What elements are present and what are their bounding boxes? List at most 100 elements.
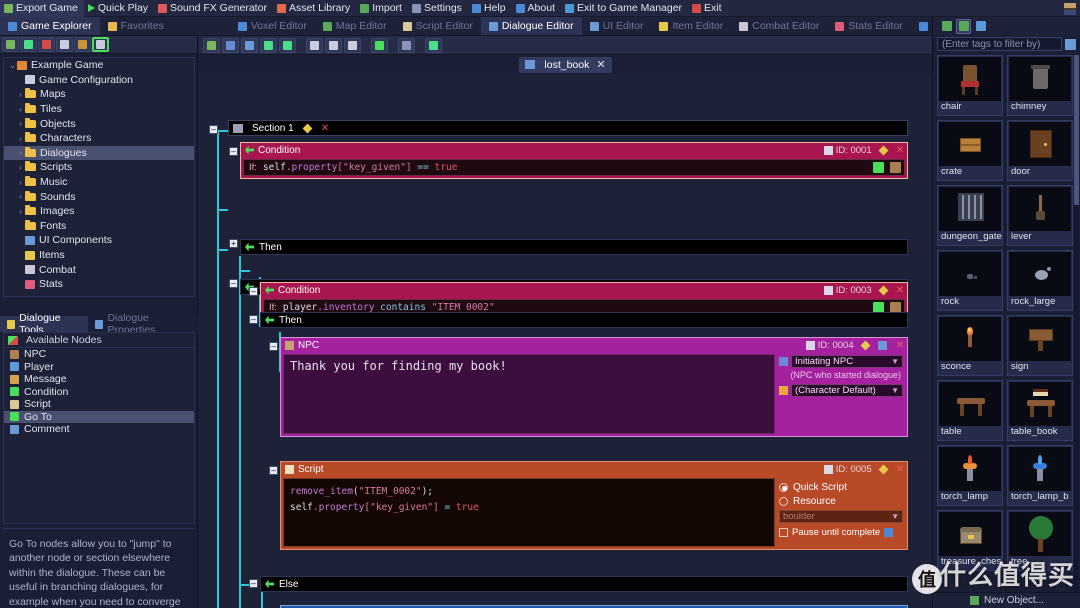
condition-node-0001[interactable]: Condition ID: 0001 ✕ If: self.property["… — [240, 142, 908, 179]
collapse-toggle-section[interactable]: – — [209, 125, 218, 134]
asset-cell-treasure_ches[interactable]: treasure_ches — [937, 510, 1003, 571]
asset-scrollbar-thumb[interactable] — [1074, 55, 1079, 205]
delete-icon[interactable]: ✕ — [896, 145, 904, 156]
expand-toggle-then-1[interactable]: + — [229, 239, 238, 248]
new-object-button[interactable]: New Object... — [933, 592, 1080, 608]
validate-icon[interactable] — [873, 162, 884, 173]
collapse-toggle-then-2[interactable]: – — [249, 315, 258, 324]
refresh-button[interactable] — [20, 37, 37, 52]
npc-speaker-select[interactable]: Initiating NPC ▼ — [791, 355, 903, 368]
characters-tab[interactable] — [973, 19, 988, 34]
branch-then-2[interactable]: Then — [260, 312, 908, 328]
node-type-go-to[interactable]: Go To — [4, 410, 194, 423]
collapse-toggle-script-0005[interactable]: – — [269, 466, 278, 475]
tiles-tab[interactable] — [939, 19, 954, 34]
branch-else-2[interactable]: Else — [260, 576, 908, 592]
script-node-0005[interactable]: Script ID: 0005 ✕ remove_item("ITEM_0002… — [280, 461, 908, 550]
tab-item-editor[interactable]: Item Editor — [651, 17, 731, 35]
edit-icon[interactable] — [878, 145, 889, 155]
script-code-editor[interactable]: remove_item("ITEM_0002"); self.property["… — [283, 478, 775, 547]
chevron-icon[interactable]: ⌄ — [8, 61, 17, 70]
tree-item-images[interactable]: › Images — [4, 204, 194, 219]
collapse-toggle-npc-0004[interactable]: – — [269, 342, 278, 351]
new-dialogue-button[interactable] — [203, 37, 220, 53]
npc-portrait-select[interactable]: (Character Default) ▼ — [791, 384, 903, 397]
tab-voxel-editor[interactable]: Voxel Editor — [230, 17, 315, 35]
edit-icon[interactable] — [860, 340, 871, 350]
pause-checkbox[interactable] — [779, 528, 788, 537]
asset-cell-crate[interactable]: crate — [937, 120, 1003, 181]
collapse-button[interactable] — [56, 37, 73, 52]
tab-stats-editor[interactable]: Stats Editor — [827, 17, 910, 35]
asset-cell-chimney[interactable]: chimney — [1007, 55, 1073, 116]
edit-icon[interactable] — [878, 464, 889, 474]
menu-item-import[interactable]: Import — [356, 0, 408, 17]
npc-dialogue-text[interactable]: Thank you for finding my book! — [283, 354, 775, 434]
add-section-button[interactable] — [306, 37, 323, 53]
tool-tab-dialogue-properties[interactable]: Dialogue Properties — [88, 312, 198, 336]
asset-cell-door[interactable]: door — [1007, 120, 1073, 181]
tree-item-tiles[interactable]: › Tiles — [4, 102, 194, 117]
collapse-toggle-condition-0001[interactable]: – — [229, 147, 238, 156]
tab-map-editor[interactable]: Map Editor — [315, 17, 395, 35]
node-type-npc[interactable]: NPC — [4, 348, 194, 361]
asset-cell-sign[interactable]: sign — [1007, 315, 1073, 376]
tree-item-characters[interactable]: › Characters — [4, 131, 194, 146]
tree-item-scripts[interactable]: › Scripts — [4, 160, 194, 175]
quick-script-radio[interactable]: Quick Script — [779, 480, 903, 494]
tree-item-dialogues[interactable]: › Dialogues — [4, 145, 194, 161]
close-button[interactable] — [425, 37, 442, 53]
asset-cell-table[interactable]: table — [937, 380, 1003, 441]
tree-item-objects[interactable]: › Objects — [4, 116, 194, 131]
tool-tab-dialogue-tools[interactable]: Dialogue Tools — [0, 312, 89, 336]
save-as-button[interactable] — [241, 37, 258, 53]
tree-item-game-configuration[interactable]: Game Configuration — [4, 73, 194, 88]
chevron-icon[interactable]: › — [16, 178, 25, 187]
tab-dialogue-editor[interactable]: Dialogue Editor — [480, 17, 582, 35]
chevron-icon[interactable]: › — [16, 207, 25, 216]
tree-item-fonts[interactable]: Fonts — [4, 219, 194, 234]
tree-item-combat[interactable]: Combat — [4, 262, 194, 277]
tree-item-items[interactable]: Items — [4, 248, 194, 263]
resource-radio[interactable]: Resource — [779, 494, 903, 508]
asset-cell-chair[interactable]: chair — [937, 55, 1003, 116]
asset-grid[interactable]: chair chimney crate door dungeon_gate lever ro… — [937, 55, 1077, 600]
insert-icon[interactable] — [890, 162, 901, 173]
user-avatar[interactable] — [1064, 3, 1076, 15]
asset-cell-torch_lamp_b[interactable]: torch_lamp_b — [1007, 445, 1073, 506]
asset-cell-lever[interactable]: lever — [1007, 185, 1073, 246]
settings-button[interactable] — [398, 37, 415, 53]
asset-cell-sconce[interactable]: sconce — [937, 315, 1003, 376]
chevron-icon[interactable]: › — [16, 192, 25, 201]
menu-item-export-game[interactable]: Export Game — [0, 0, 84, 17]
menu-item-exit-to-game-manager[interactable]: Exit to Game Manager — [561, 0, 688, 17]
redo-button[interactable] — [279, 37, 296, 53]
asset-cell-dungeon_gate[interactable]: dungeon_gate — [937, 185, 1003, 246]
asset-cell-torch_lamp[interactable]: torch_lamp — [937, 445, 1003, 506]
branch-then-1[interactable]: Then — [240, 239, 908, 255]
chevron-icon[interactable]: › — [16, 105, 25, 114]
filter-options-icon[interactable] — [1065, 38, 1076, 50]
tree-item-example-game[interactable]: ⌄ Example Game — [4, 58, 194, 73]
asset-cell-table_book[interactable]: table_book — [1007, 380, 1073, 441]
menu-item-sound-fx-generator[interactable]: Sound FX Generator — [154, 0, 273, 17]
collapse-all-button[interactable] — [325, 37, 342, 53]
menu-item-quick-play[interactable]: Quick Play — [84, 0, 154, 17]
tab-ui-editor[interactable]: UI Editor — [582, 17, 652, 35]
tab-script-editor[interactable]: Script Editor — [395, 17, 481, 35]
dialogue-filter-button[interactable] — [92, 37, 109, 52]
node-type-comment[interactable]: Comment — [4, 423, 194, 436]
dialogue-canvas[interactable]: – Section 1 ✕ – Condition ID: 0001 ✕ If:… — [199, 74, 932, 608]
tab-game-explorer[interactable]: Game Explorer — [0, 17, 100, 35]
asset-filter-input[interactable]: (Enter tags to filter by) — [937, 37, 1062, 51]
game-explorer-tree[interactable]: ⌄ Example Game Game Configuration › Maps › Til… — [3, 57, 195, 297]
asset-cell-rock_large[interactable]: rock_large — [1007, 250, 1073, 311]
resource-select[interactable]: boulder ▼ — [779, 510, 903, 523]
help-icon[interactable] — [884, 528, 894, 537]
tree-item-sounds[interactable]: › Sounds — [4, 189, 194, 204]
node-type-player[interactable]: Player — [4, 361, 194, 374]
tab-combat-editor[interactable]: Combat Editor — [731, 17, 827, 35]
chevron-icon[interactable]: › — [16, 119, 25, 128]
collapse-toggle-condition-0003[interactable]: – — [249, 287, 258, 296]
menu-item-help[interactable]: Help — [468, 0, 512, 17]
